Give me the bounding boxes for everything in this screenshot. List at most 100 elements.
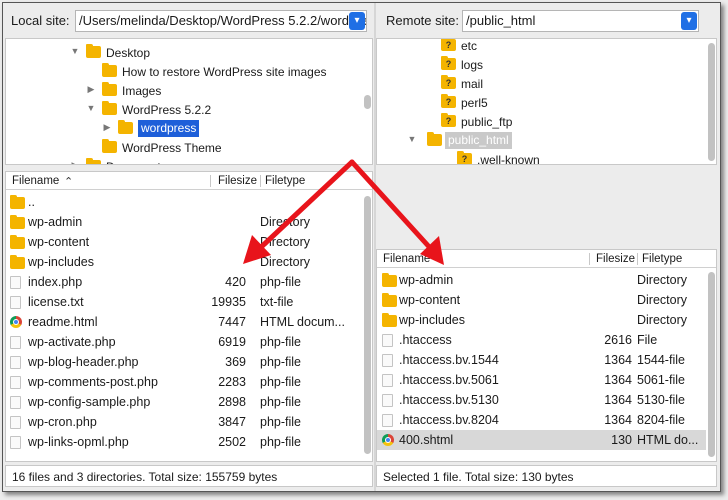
column-filetype[interactable]: Filetype: [265, 175, 305, 187]
tree-item[interactable]: ? etc: [377, 39, 704, 55]
expand-right-icon[interactable]: ▶: [102, 122, 112, 133]
tree-item-label: wordpress: [138, 120, 200, 137]
file-row[interactable]: wp-activate.php 6919 php-file: [6, 332, 362, 352]
column-divider[interactable]: [589, 253, 590, 265]
folder-icon: [86, 158, 101, 164]
file-row[interactable]: wp-content Directory: [377, 290, 706, 310]
file-row[interactable]: .htaccess 2616 File: [377, 330, 706, 350]
file-row[interactable]: 400.shtml 130 HTML do...: [377, 430, 706, 450]
tree-item[interactable]: ? public_ftp: [377, 112, 704, 131]
file-icon: [382, 354, 393, 367]
file-row[interactable]: wp-includes Directory: [6, 252, 362, 272]
file-row[interactable]: license.txt 19935 txt-file: [6, 292, 362, 312]
local-site-label: Local site:: [11, 13, 70, 28]
file-size: 1364: [604, 353, 632, 367]
local-directory-tree[interactable]: ▼ Desktop How to restore WordPress site im…: [5, 38, 373, 165]
local-tree-scrollbar[interactable]: [364, 95, 371, 109]
tree-item[interactable]: ▶ wordpress: [6, 119, 360, 138]
chrome-icon: [382, 434, 394, 446]
file-icon: [10, 356, 21, 369]
file-size: 2616: [604, 333, 632, 347]
tree-item[interactable]: ? logs: [377, 55, 704, 74]
file-row[interactable]: wp-admin Directory: [6, 212, 362, 232]
remote-file-list[interactable]: Filename Filesize Filetype wp-admin Direc…: [376, 249, 717, 462]
local-file-list[interactable]: Filename ⌃ Filesize Filetype .. wp-admin D…: [5, 171, 373, 462]
file-icon: [382, 334, 393, 347]
tree-item[interactable]: ? perl5: [377, 93, 704, 112]
file-size: 130: [611, 433, 632, 447]
remote-tree-scrollbar[interactable]: [708, 43, 715, 161]
file-name: wp-cron.php: [28, 415, 97, 429]
file-row[interactable]: wp-content Directory: [6, 232, 362, 252]
local-list-scrollbar[interactable]: [364, 196, 371, 454]
file-row[interactable]: index.php 420 php-file: [6, 272, 362, 292]
file-icon: [10, 436, 21, 449]
column-divider[interactable]: [210, 175, 211, 187]
file-type: File: [637, 333, 658, 347]
file-icon: [10, 376, 21, 389]
file-type: 5061-file: [637, 373, 685, 387]
tree-item-label: Desktop: [106, 46, 151, 60]
folder-icon: [102, 63, 117, 77]
local-path-combo[interactable]: /Users/melinda/Desktop/WordPress 5.2.2/w…: [75, 10, 367, 32]
file-row[interactable]: .htaccess.bv.5061 1364 5061-file: [377, 370, 706, 390]
file-type: php-file: [260, 355, 301, 369]
expand-down-icon[interactable]: ▼: [70, 46, 80, 56]
file-row[interactable]: .htaccess.bv.1544 1364 1544-file: [377, 350, 706, 370]
tree-item[interactable]: ▼ WordPress 5.2.2: [6, 100, 360, 119]
expand-down-icon[interactable]: ▼: [86, 103, 96, 113]
file-type: 1544-file: [637, 353, 685, 367]
column-divider[interactable]: [260, 175, 261, 187]
expand-right-icon[interactable]: ▶: [86, 84, 96, 95]
tree-item[interactable]: ▶ Documents: [6, 157, 360, 164]
file-type: Directory: [637, 273, 688, 287]
column-filename[interactable]: Filename: [12, 175, 59, 187]
file-name: .htaccess.bv.5130: [399, 393, 499, 407]
file-type: php-file: [260, 375, 301, 389]
tree-item[interactable]: WordPress Theme: [6, 138, 360, 157]
file-row[interactable]: wp-admin Directory: [377, 270, 706, 290]
tree-item[interactable]: How to restore WordPress site images: [6, 62, 360, 81]
folder-icon: [427, 132, 442, 146]
expand-right-icon[interactable]: ▶: [70, 160, 80, 164]
tree-item[interactable]: ▼ public_html: [377, 131, 704, 150]
file-size: 2502: [218, 435, 246, 449]
file-row[interactable]: .htaccess.bv.8204 1364 8204-file: [377, 410, 706, 430]
folder-icon: [10, 235, 25, 249]
tree-item-label: Images: [122, 84, 162, 98]
file-type: Directory: [260, 215, 311, 229]
chevron-down-icon[interactable]: ▾: [681, 12, 697, 30]
file-row[interactable]: ..: [6, 192, 362, 212]
file-icon: [10, 396, 21, 409]
tree-item[interactable]: ▶ Images: [6, 81, 360, 100]
chevron-down-icon[interactable]: ▾: [349, 12, 365, 30]
column-filetype[interactable]: Filetype: [642, 253, 682, 265]
file-row[interactable]: readme.html 7447 HTML docum...: [6, 312, 362, 332]
column-filesize[interactable]: Filesize: [218, 175, 257, 187]
file-name: .htaccess.bv.8204: [399, 413, 499, 427]
tree-item[interactable]: ? .well-known: [377, 150, 704, 164]
file-row[interactable]: wp-cron.php 3847 php-file: [6, 412, 362, 432]
column-filename[interactable]: Filename: [383, 253, 430, 265]
column-filesize[interactable]: Filesize: [596, 253, 635, 265]
remote-directory-tree[interactable]: ? etc? logs? mail? perl5? public_ftp ▼ public_h…: [376, 38, 717, 165]
file-row[interactable]: wp-comments-post.php 2283 php-file: [6, 372, 362, 392]
remote-list-header: Filename Filesize Filetype: [377, 250, 716, 268]
tree-item[interactable]: ▼ Desktop: [6, 43, 360, 62]
file-name: ..: [28, 195, 35, 209]
file-icon: [382, 374, 393, 387]
remote-list-scrollbar[interactable]: [708, 272, 715, 457]
folder-icon: [382, 273, 397, 287]
tree-item[interactable]: ? mail: [377, 74, 704, 93]
file-size: 7447: [218, 315, 246, 329]
column-divider[interactable]: [637, 253, 638, 265]
file-row[interactable]: wp-links-opml.php 2502 php-file: [6, 432, 362, 452]
remote-path-combo[interactable]: /public_html ▾: [462, 10, 699, 32]
file-type: 5130-file: [637, 393, 685, 407]
file-row[interactable]: wp-includes Directory: [377, 310, 706, 330]
file-row[interactable]: .htaccess.bv.5130 1364 5130-file: [377, 390, 706, 410]
file-size: 369: [225, 355, 246, 369]
file-row[interactable]: wp-blog-header.php 369 php-file: [6, 352, 362, 372]
file-row[interactable]: wp-config-sample.php 2898 php-file: [6, 392, 362, 412]
expand-down-icon[interactable]: ▼: [407, 134, 417, 144]
